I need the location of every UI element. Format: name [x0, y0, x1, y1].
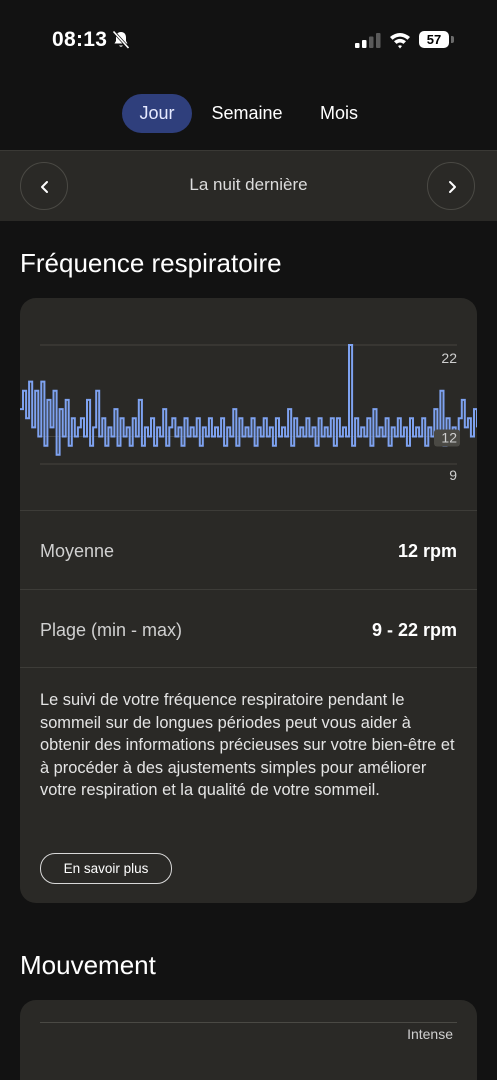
- tab-semaine[interactable]: Semaine: [200, 94, 294, 133]
- battery-cap: [451, 36, 454, 43]
- app-screen: 08:13 57 Jour Semaine Mois La nuit derni…: [0, 0, 497, 1080]
- movement-section-title: Mouvement: [20, 950, 156, 980]
- chevron-right-icon: [449, 181, 456, 193]
- wifi-icon: [390, 33, 410, 49]
- status-time: 08:13: [52, 28, 108, 51]
- period-tabs: Jour Semaine Mois: [0, 94, 497, 134]
- average-value: 12 rpm: [397, 541, 457, 561]
- date-nav-title: La nuit dernière: [189, 175, 308, 194]
- respiratory-description: Le suivi de votre fréquence respiratoire…: [40, 691, 455, 799]
- respiratory-card: 22 12 9 Moyenne 12 rpm Plage (min - max) 9…: [20, 298, 477, 903]
- y-tick-label: 22: [441, 350, 457, 366]
- tab-mois[interactable]: Mois: [308, 94, 370, 133]
- date-navigator: La nuit dernière: [0, 150, 497, 221]
- range-value: 9 - 22 rpm: [371, 620, 457, 640]
- movement-card: Intense: [20, 1000, 477, 1080]
- average-label: Moyenne: [40, 541, 115, 561]
- next-day-button[interactable]: [427, 162, 475, 210]
- cellular-signal-icon: [355, 33, 381, 48]
- movement-legend-intense: Intense: [407, 1026, 453, 1042]
- previous-day-button[interactable]: [20, 162, 68, 210]
- learn-more-button[interactable]: En savoir plus: [40, 853, 172, 884]
- bell-muted-icon: [112, 30, 130, 50]
- respiratory-section-title: Fréquence respiratoire: [20, 248, 282, 278]
- divider: [20, 510, 477, 511]
- divider: [20, 667, 477, 668]
- y-tick-label: 9: [449, 467, 457, 483]
- respiratory-chart: 22 12 9: [20, 298, 477, 510]
- status-bar: 08:13 57: [0, 0, 497, 80]
- tab-jour[interactable]: Jour: [122, 94, 192, 133]
- range-label: Plage (min - max): [40, 620, 183, 640]
- y-tick-label: 12: [441, 430, 457, 446]
- battery-level: 57: [426, 32, 442, 47]
- battery-indicator: 57: [419, 31, 449, 48]
- movement-chart-gridline: [40, 1022, 457, 1023]
- respiratory-series-line: [20, 344, 477, 456]
- respiratory-chart-svg: 22 12 9: [20, 344, 477, 483]
- divider: [20, 589, 477, 590]
- chevron-left-icon: [41, 181, 48, 193]
